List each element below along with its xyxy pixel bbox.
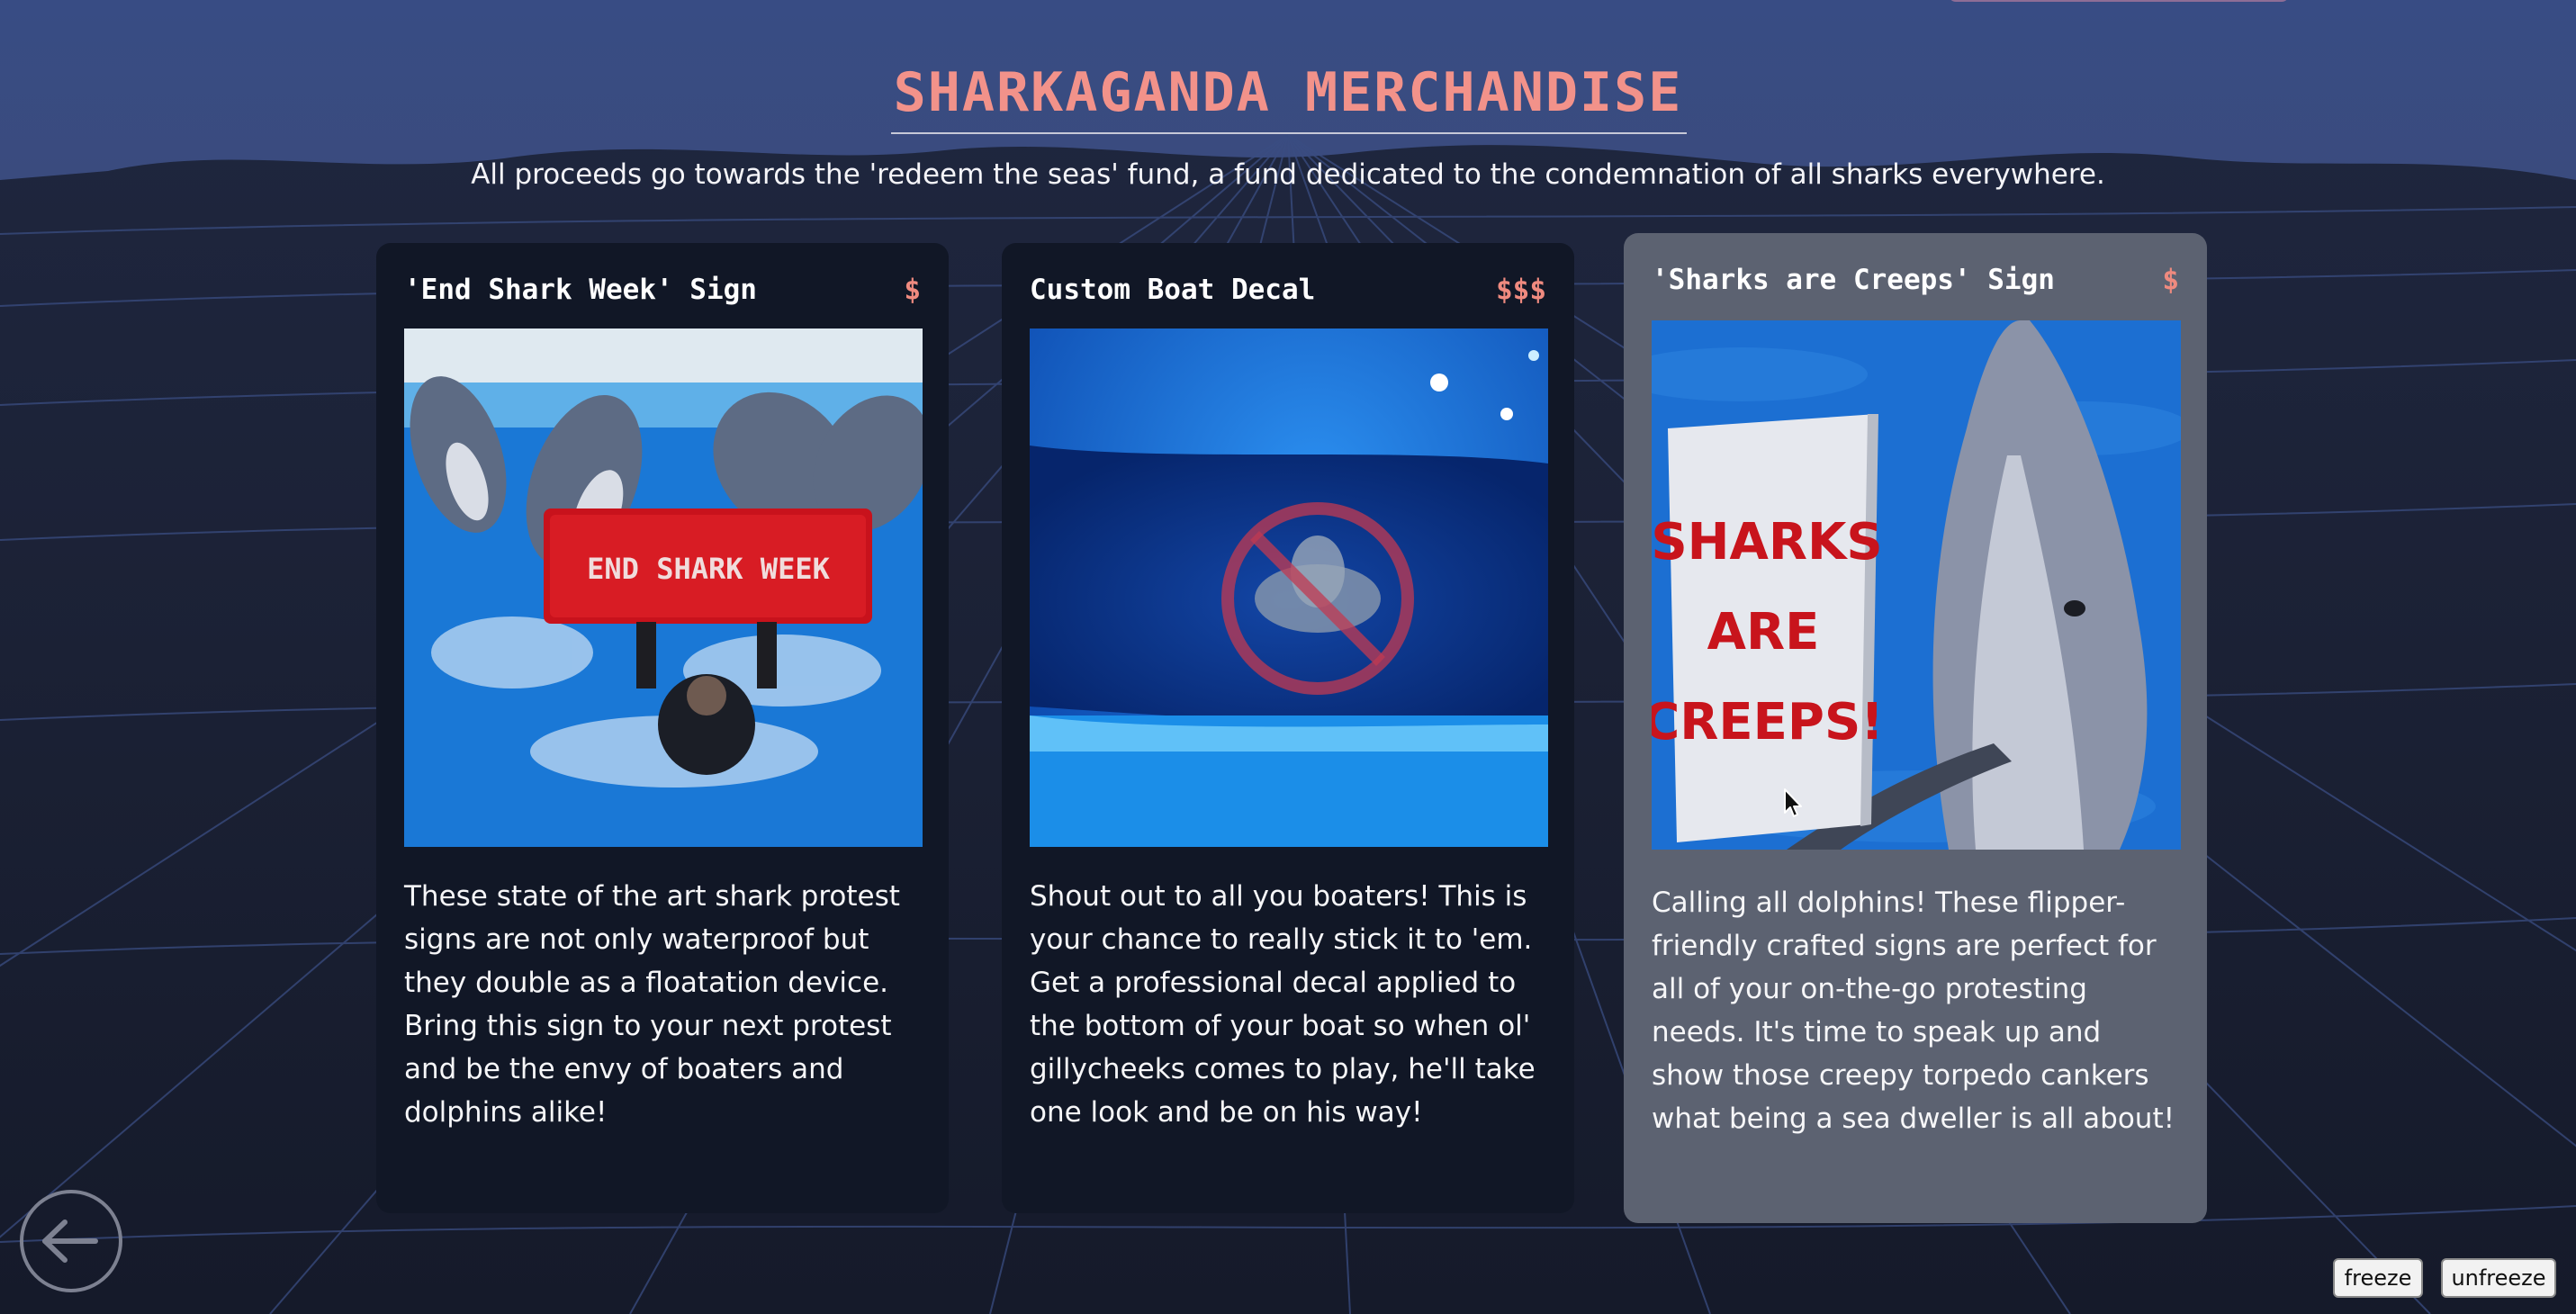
arrow-left-icon — [42, 1220, 98, 1263]
product-description: Calling all dolphins! These flipper-frie… — [1652, 886, 2175, 1135]
dolphins-sign-photo: END SHARK WEEK — [404, 328, 923, 847]
back-button[interactable] — [20, 1190, 122, 1292]
card-header: 'End Shark Week' Sign $ — [404, 272, 921, 308]
card-header: 'Sharks are Creeps' Sign $ — [1652, 262, 2179, 298]
product-image — [1030, 328, 1548, 847]
product-description: These state of the art shark protest sig… — [404, 880, 900, 1129]
product-card-sharks-are-creeps[interactable]: 'Sharks are Creeps' Sign $ SHARKS ARE CR… — [1624, 233, 2207, 1223]
svg-text:CREEPS!: CREEPS! — [1652, 693, 1884, 752]
svg-text:ARE: ARE — [1707, 603, 1820, 662]
boat-decal-photo — [1030, 328, 1548, 847]
product-image: END SHARK WEEK — [404, 328, 923, 847]
page-title: SHARKAGANDA MERCHANDISE — [893, 61, 1683, 124]
title-underline — [891, 132, 1687, 134]
product-card-boat-decal[interactable]: Custom Boat Decal $$$ Shout out to all y… — [1002, 243, 1574, 1213]
sign-text: END SHARK WEEK — [587, 552, 830, 586]
product-name: 'End Shark Week' Sign — [404, 274, 757, 306]
svg-text:SHARKS: SHARKS — [1652, 513, 1883, 572]
product-price: $ — [904, 274, 921, 306]
card-header: Custom Boat Decal $$$ — [1030, 272, 1546, 308]
page-subtitle: All proceeds go towards the 'redeem the … — [471, 158, 2105, 191]
product-image: SHARKS ARE CREEPS! — [1652, 320, 2181, 850]
product-description: Shout out to all you boaters! This is yo… — [1030, 880, 1536, 1129]
product-price: $ — [2162, 264, 2179, 296]
product-price: $$$ — [1496, 274, 1546, 306]
freeze-button[interactable]: freeze — [2333, 1258, 2423, 1298]
product-card-end-shark-week[interactable]: 'End Shark Week' Sign $ END SHARK WEEK T… — [376, 243, 949, 1213]
product-name: 'Sharks are Creeps' Sign — [1652, 264, 2055, 296]
unfreeze-button[interactable]: unfreeze — [2441, 1258, 2556, 1298]
top-menu-pill[interactable] — [1949, 0, 2289, 2]
mouse-cursor-icon — [1784, 788, 1802, 817]
product-name: Custom Boat Decal — [1030, 274, 1316, 306]
dolphin-creeps-sign-photo: SHARKS ARE CREEPS! — [1652, 320, 2181, 850]
